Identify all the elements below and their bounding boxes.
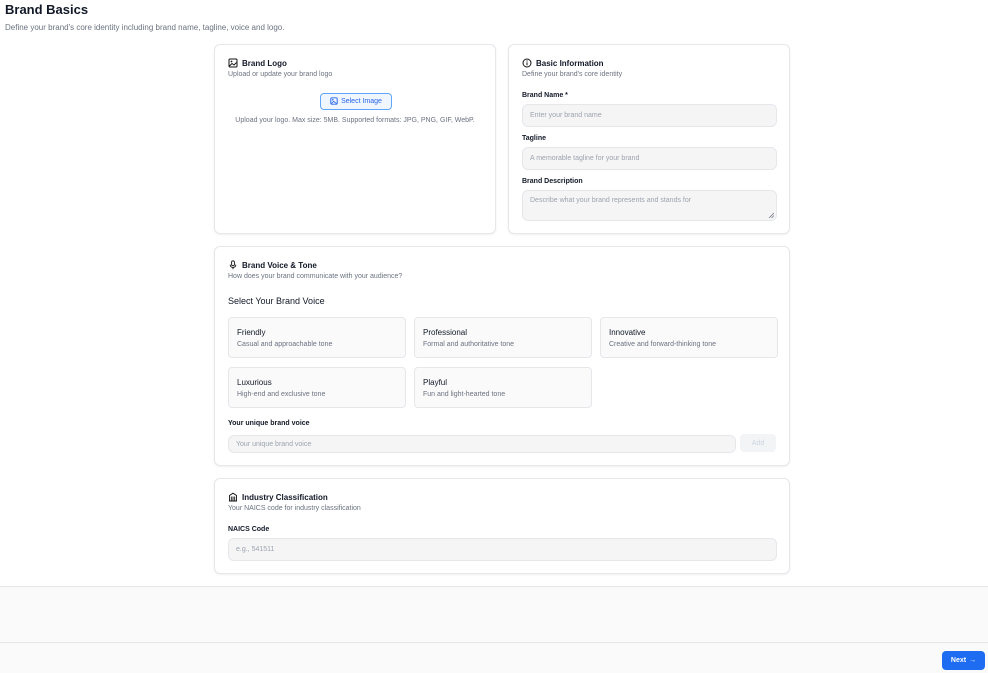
naics-code-label: NAICS Code	[228, 526, 270, 533]
select-voice-heading: Select Your Brand Voice	[228, 296, 325, 306]
add-voice-label: Add	[751, 439, 765, 447]
voice-option-desc: Casual and approachable tone	[237, 341, 333, 348]
footer-divider	[0, 642, 988, 643]
brand-description-placeholder: Describe what your brand represents and …	[530, 197, 692, 204]
resize-handle-icon[interactable]	[768, 212, 775, 219]
image-icon	[228, 58, 238, 68]
next-button[interactable]: Next →	[942, 651, 985, 670]
industry-classification-title-text: Industry Classification	[242, 492, 328, 502]
microphone-icon	[228, 260, 238, 270]
footer-area	[0, 586, 988, 673]
brand-logo-title-text: Brand Logo	[242, 58, 287, 68]
voice-option-title: Innovative	[609, 328, 646, 337]
naics-code-input[interactable]: e.g., 541511	[228, 538, 777, 561]
voice-option-desc: High-end and exclusive tone	[237, 391, 326, 398]
voice-option-professional[interactable]: Professional Formal and authoritative to…	[414, 317, 592, 358]
industry-classification-title: Industry Classification	[228, 492, 328, 502]
logo-upload-help: Upload your logo. Max size: 5MB. Support…	[235, 117, 475, 124]
add-voice-button[interactable]: Add	[740, 434, 776, 452]
voice-option-title: Playful	[423, 378, 448, 387]
brand-logo-title: Brand Logo	[228, 58, 287, 68]
tagline-placeholder: A memorable tagline for your brand	[530, 155, 640, 162]
next-button-label: Next	[950, 657, 967, 664]
voice-option-desc: Fun and light-hearted tone	[423, 391, 506, 398]
basic-information-subtitle: Define your brand's core identity	[522, 71, 623, 78]
select-image-button[interactable]: Select Image	[320, 93, 392, 110]
brand-voice-card: Brand Voice & Tone How does your brand c…	[214, 246, 790, 466]
tagline-label: Tagline	[522, 135, 546, 142]
voice-option-desc: Formal and authoritative tone	[423, 341, 515, 348]
arrow-right-icon: →	[969, 657, 977, 664]
page-header: Brand Basics Define your brand's core id…	[5, 2, 284, 32]
voice-option-title: Professional	[423, 328, 468, 337]
basic-information-title: Basic Information	[522, 58, 604, 68]
voice-option-title: Luxurious	[237, 378, 272, 387]
voice-option-desc: Creative and forward-thinking tone	[609, 341, 717, 348]
page-title: Brand Basics	[5, 2, 89, 17]
brand-logo-card: Brand Logo Upload or update your brand l…	[214, 44, 496, 234]
brand-voice-title-text: Brand Voice & Tone	[242, 260, 317, 270]
brand-logo-subtitle: Upload or update your brand logo	[228, 71, 333, 78]
brand-voice-subtitle: How does your brand communicate with you…	[228, 273, 403, 280]
custom-voice-label: Your unique brand voice	[228, 420, 310, 427]
select-image-label: Select Image	[341, 98, 382, 105]
brand-voice-title: Brand Voice & Tone	[228, 260, 317, 270]
brand-name-label: Brand Name *	[522, 92, 568, 99]
brand-description-textarea[interactable]: Describe what your brand represents and …	[522, 190, 777, 221]
basic-information-title-text: Basic Information	[536, 58, 604, 68]
industry-classification-card: Industry Classification Your NAICS code …	[214, 478, 790, 574]
page-subtitle: Define your brand's core identity includ…	[5, 23, 285, 32]
upload-image-icon	[330, 96, 338, 107]
industry-classification-subtitle: Your NAICS code for industry classificat…	[228, 505, 361, 512]
building-icon	[228, 492, 238, 502]
tagline-input[interactable]: A memorable tagline for your brand	[522, 147, 777, 170]
voice-option-playful[interactable]: Playful Fun and light-hearted tone	[414, 367, 592, 408]
brand-name-placeholder: Enter your brand name	[530, 112, 602, 119]
brand-description-label: Brand Description	[522, 178, 583, 185]
custom-voice-placeholder: Your unique brand voice	[236, 440, 312, 448]
voice-option-innovative[interactable]: Innovative Creative and forward-thinking…	[600, 317, 778, 358]
voice-option-friendly[interactable]: Friendly Casual and approachable tone	[228, 317, 406, 358]
custom-voice-input[interactable]: Your unique brand voice	[228, 435, 736, 453]
brand-name-input[interactable]: Enter your brand name	[522, 104, 777, 127]
naics-code-placeholder: e.g., 541511	[236, 546, 275, 553]
voice-option-title: Friendly	[237, 328, 266, 337]
info-icon	[522, 58, 532, 68]
voice-option-luxurious[interactable]: Luxurious High-end and exclusive tone	[228, 367, 406, 408]
basic-information-card: Basic Information Define your brand's co…	[508, 44, 790, 234]
